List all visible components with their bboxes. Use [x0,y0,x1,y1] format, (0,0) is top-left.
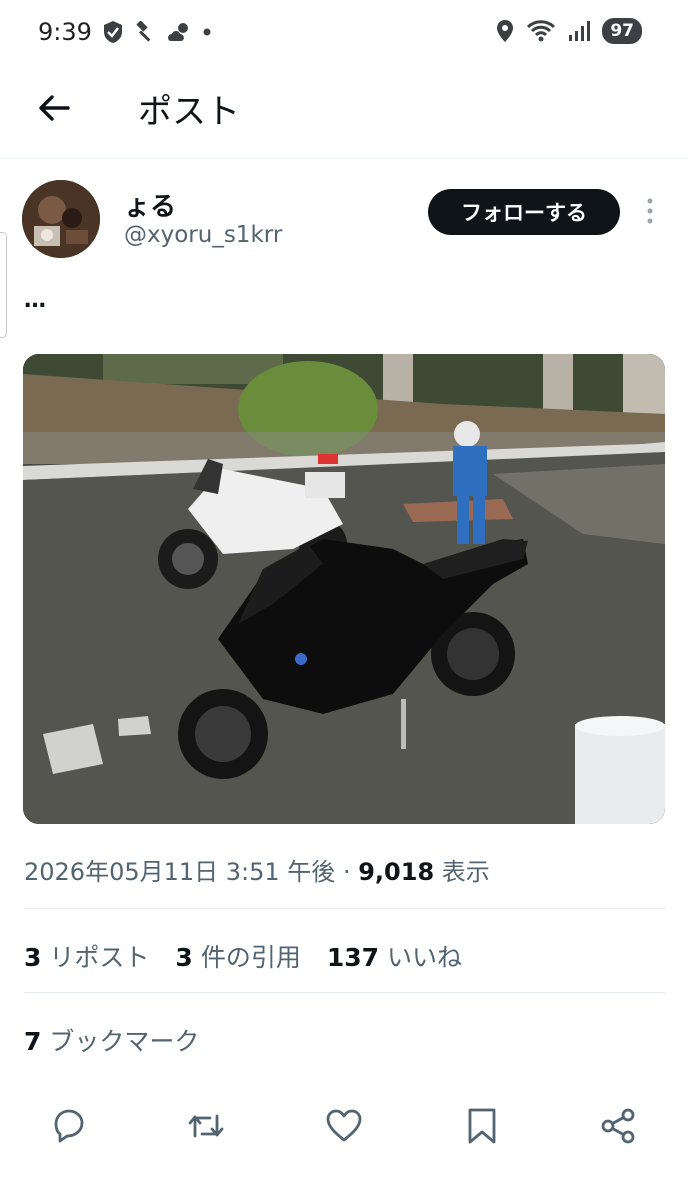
page-title: ポスト [138,92,240,132]
reply-icon [54,1109,84,1143]
views-count: 9,018 [358,858,435,886]
reposts-stat[interactable]: 3 リポスト [24,938,149,974]
quotes-stat[interactable]: 3 件の引用 [175,938,300,974]
status-bar: 9:39 97 [0,0,688,68]
status-icons-right: 97 [496,18,642,44]
divider [24,992,665,993]
location-icon [497,20,514,42]
arrow-left-icon [39,95,70,121]
avatar[interactable] [22,180,100,258]
like-icon [326,1109,362,1142]
quotes-count: 3 [175,943,193,972]
reposts-label: リポスト [49,943,150,972]
signal-icon [569,21,591,41]
bookmark-button[interactable] [462,1106,502,1146]
share-button[interactable] [598,1106,638,1146]
share-icon [601,1108,635,1144]
edge-panel-handle[interactable] [0,232,7,338]
repost-icon [188,1114,224,1138]
meta-separator: · [342,858,351,886]
post-image[interactable] [23,354,665,824]
dot-icon [203,28,211,36]
post-text: … [24,288,46,313]
likes-count: 137 [326,943,380,972]
bookmark-icon [468,1108,496,1144]
battery-icon: 97 [602,18,642,44]
bookmarks-stat[interactable]: 7 ブックマーク [24,1022,199,1058]
divider [24,908,665,909]
post-timestamp[interactable]: 2026年05月11日 3:51 午後 [24,858,335,886]
like-button[interactable] [324,1106,364,1146]
post-stats: 3 リポスト 3 件の引用 137 いいね [24,938,462,974]
more-options-button[interactable] [640,196,660,226]
status-icons-left [102,20,212,44]
motorcycle-photo [23,354,665,824]
hammer-icon [136,21,151,42]
views-label: 表示 [441,858,490,886]
display-name[interactable]: ょる [124,186,176,223]
cloud-sun-icon [168,23,188,41]
wifi-icon [527,20,556,42]
bookmarks-count: 7 [24,1027,42,1056]
likes-label: いいね [387,943,463,972]
reply-button[interactable] [48,1106,88,1146]
status-time: 9:39 [38,18,92,46]
bookmarks-label: ブックマーク [49,1027,200,1056]
header: ポスト [0,68,688,159]
follow-button[interactable]: フォローする [428,189,620,235]
likes-stat[interactable]: 137 いいね [327,938,462,974]
quotes-label: 件の引用 [200,943,301,972]
back-button[interactable] [34,88,74,128]
action-bar [0,1102,688,1162]
repost-button[interactable] [186,1106,226,1146]
reposts-count: 3 [24,943,42,972]
user-handle[interactable]: @xyoru_s1krr [124,222,282,248]
shield-icon [104,21,122,43]
more-vertical-icon [647,198,653,224]
post-meta: 2026年05月11日 3:51 午後 · 9,018 表示 [24,852,490,887]
